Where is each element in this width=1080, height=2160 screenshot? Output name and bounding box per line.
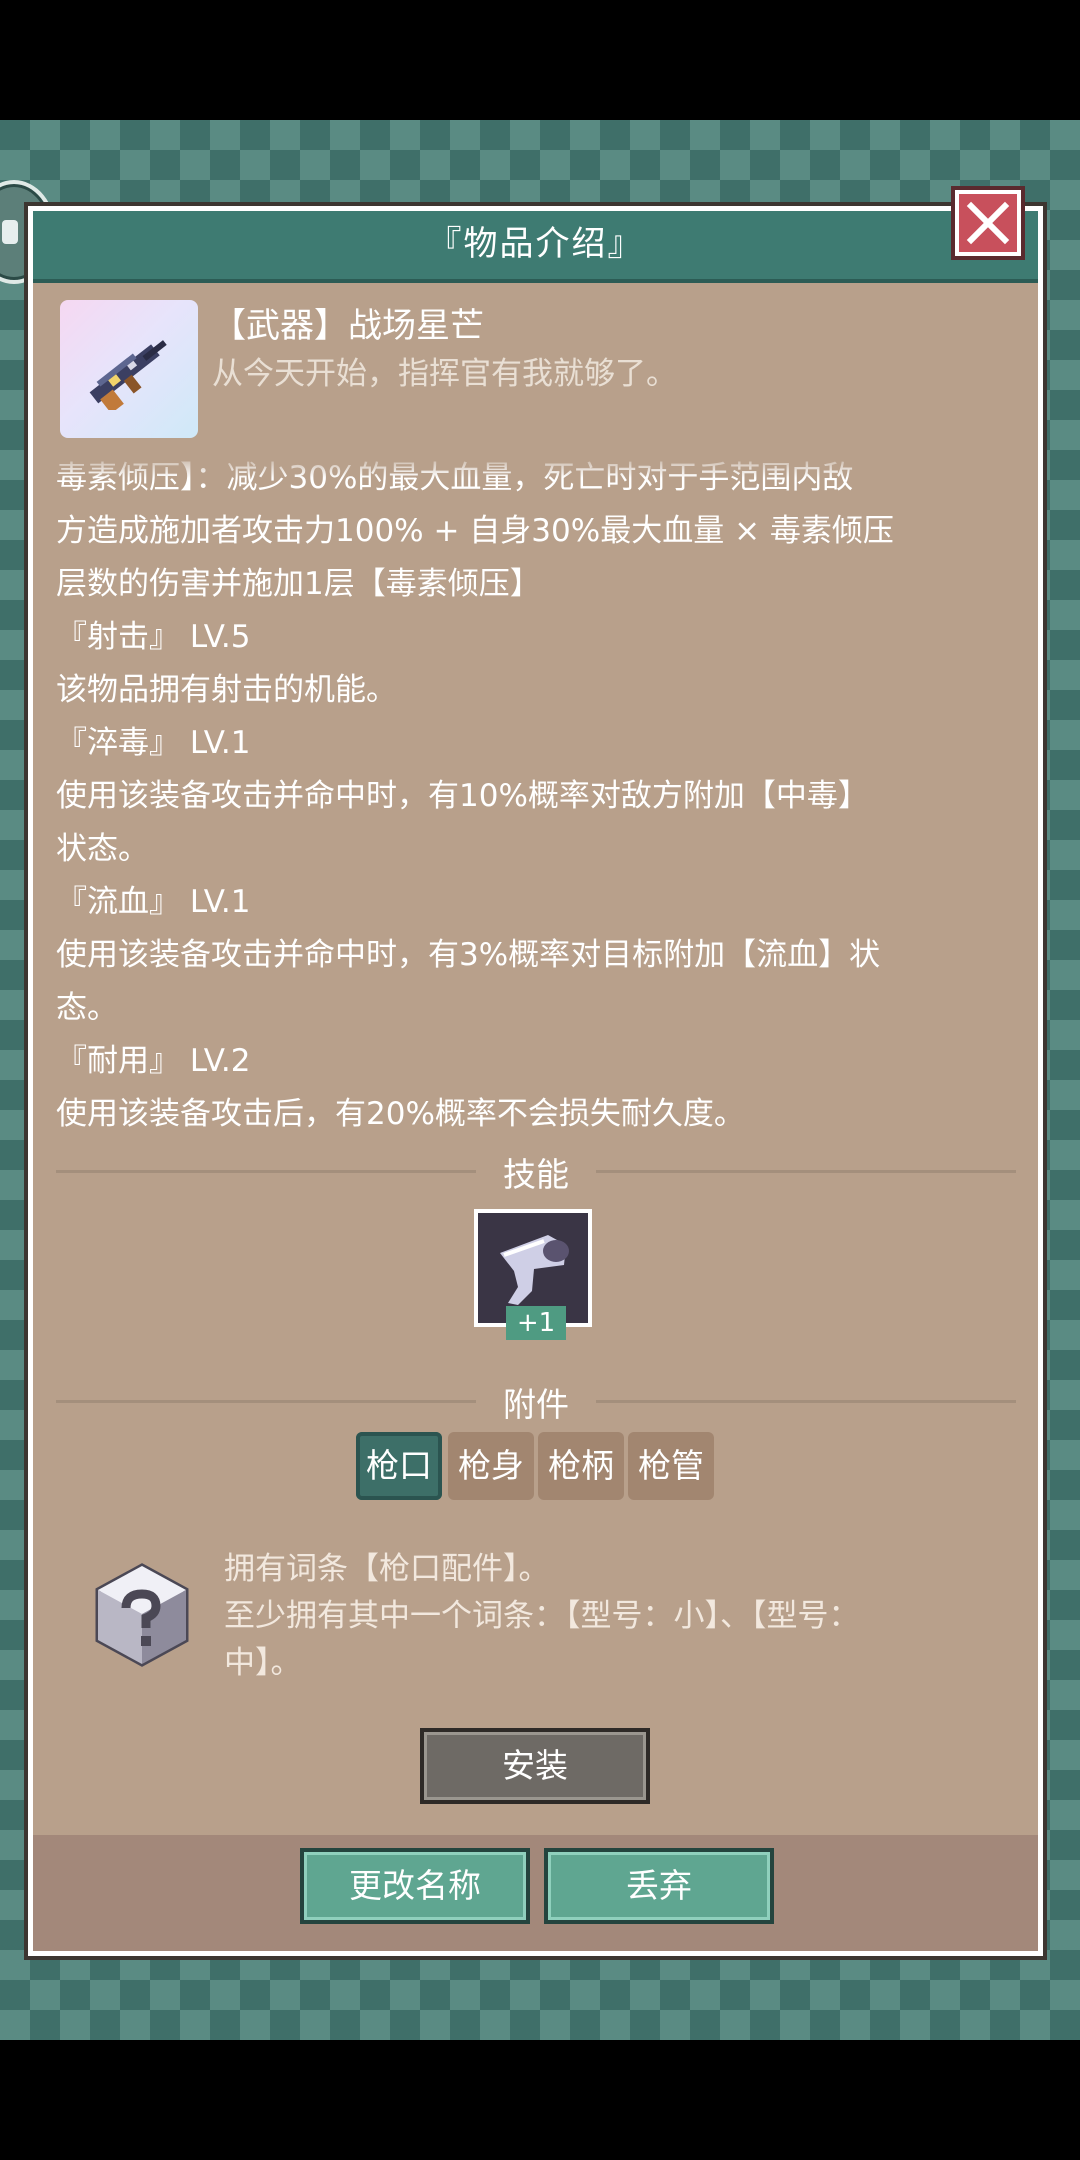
tab-muzzle[interactable]: 枪口 [356, 1432, 442, 1500]
skill-level-badge: +1 [506, 1306, 566, 1340]
slot-requirements: 拥有词条【枪口配件】。 至少拥有其中一个词条：【型号：小】、【型号： 中】。 [224, 1546, 984, 1687]
description-fade [56, 452, 1016, 478]
dialog-title: 『物品介绍』 [33, 211, 1038, 283]
description-line: 层数的伤害并施加1层【毒素倾压】 [56, 566, 541, 602]
description-line: 『射击』 LV.5 [56, 619, 251, 655]
rename-button[interactable]: 更改名称 [300, 1848, 530, 1924]
description-line: 方造成施加者攻击力100% + 自身30%最大血量 × 毒素倾压 [56, 513, 894, 549]
item-quote: 从今天开始，指挥官有我就够了。 [212, 356, 677, 392]
dialog-footer [33, 1835, 1038, 1951]
mystery-box-icon[interactable] [92, 1560, 192, 1674]
tab-barrel[interactable]: 枪管 [628, 1432, 714, 1500]
slot-line: 拥有词条【枪口配件】。 [224, 1551, 550, 1587]
skills-section-title: 技能 [56, 1148, 1016, 1194]
description-line: 状态。 [56, 831, 149, 867]
side-menu-notch [2, 220, 18, 244]
discard-button[interactable]: 丢弃 [544, 1848, 774, 1924]
description-line: 『淬毒』 LV.1 [56, 725, 251, 761]
description-line: 使用该装备攻击后，有20%概率不会损失耐久度。 [56, 1096, 745, 1128]
close-button[interactable] [955, 190, 1021, 256]
slot-line: 至少拥有其中一个词条：【型号：小】、【型号： [224, 1598, 860, 1634]
item-name: 【武器】战场星芒 [212, 306, 484, 346]
description-line: 态。 [56, 990, 118, 1026]
item-card [60, 300, 198, 438]
description-line: 『耐用』 LV.2 [56, 1043, 251, 1079]
tab-body[interactable]: 枪身 [448, 1432, 534, 1500]
skills-title-text: 技能 [503, 1155, 569, 1194]
attachments-title-text: 附件 [503, 1385, 569, 1424]
description-line: 『流血』 LV.1 [56, 884, 251, 920]
item-description[interactable]: 毒素倾压】：减少30%的最大血量，死亡时对于手范围内敌 方造成施加者攻击力100… [56, 452, 1016, 1128]
install-button[interactable]: 安装 [420, 1728, 650, 1804]
attachments-section-title: 附件 [56, 1378, 1016, 1424]
description-line: 使用该装备攻击并命中时，有3%概率对目标附加【流血】状 [56, 937, 881, 973]
description-line: 使用该装备攻击并命中时，有10%概率对敌方附加【中毒】 [56, 778, 869, 814]
description-line: 该物品拥有射击的机能。 [56, 672, 397, 708]
tab-grip[interactable]: 枪柄 [538, 1432, 624, 1500]
rifle-icon [89, 340, 167, 410]
slot-line: 中】。 [224, 1645, 302, 1681]
